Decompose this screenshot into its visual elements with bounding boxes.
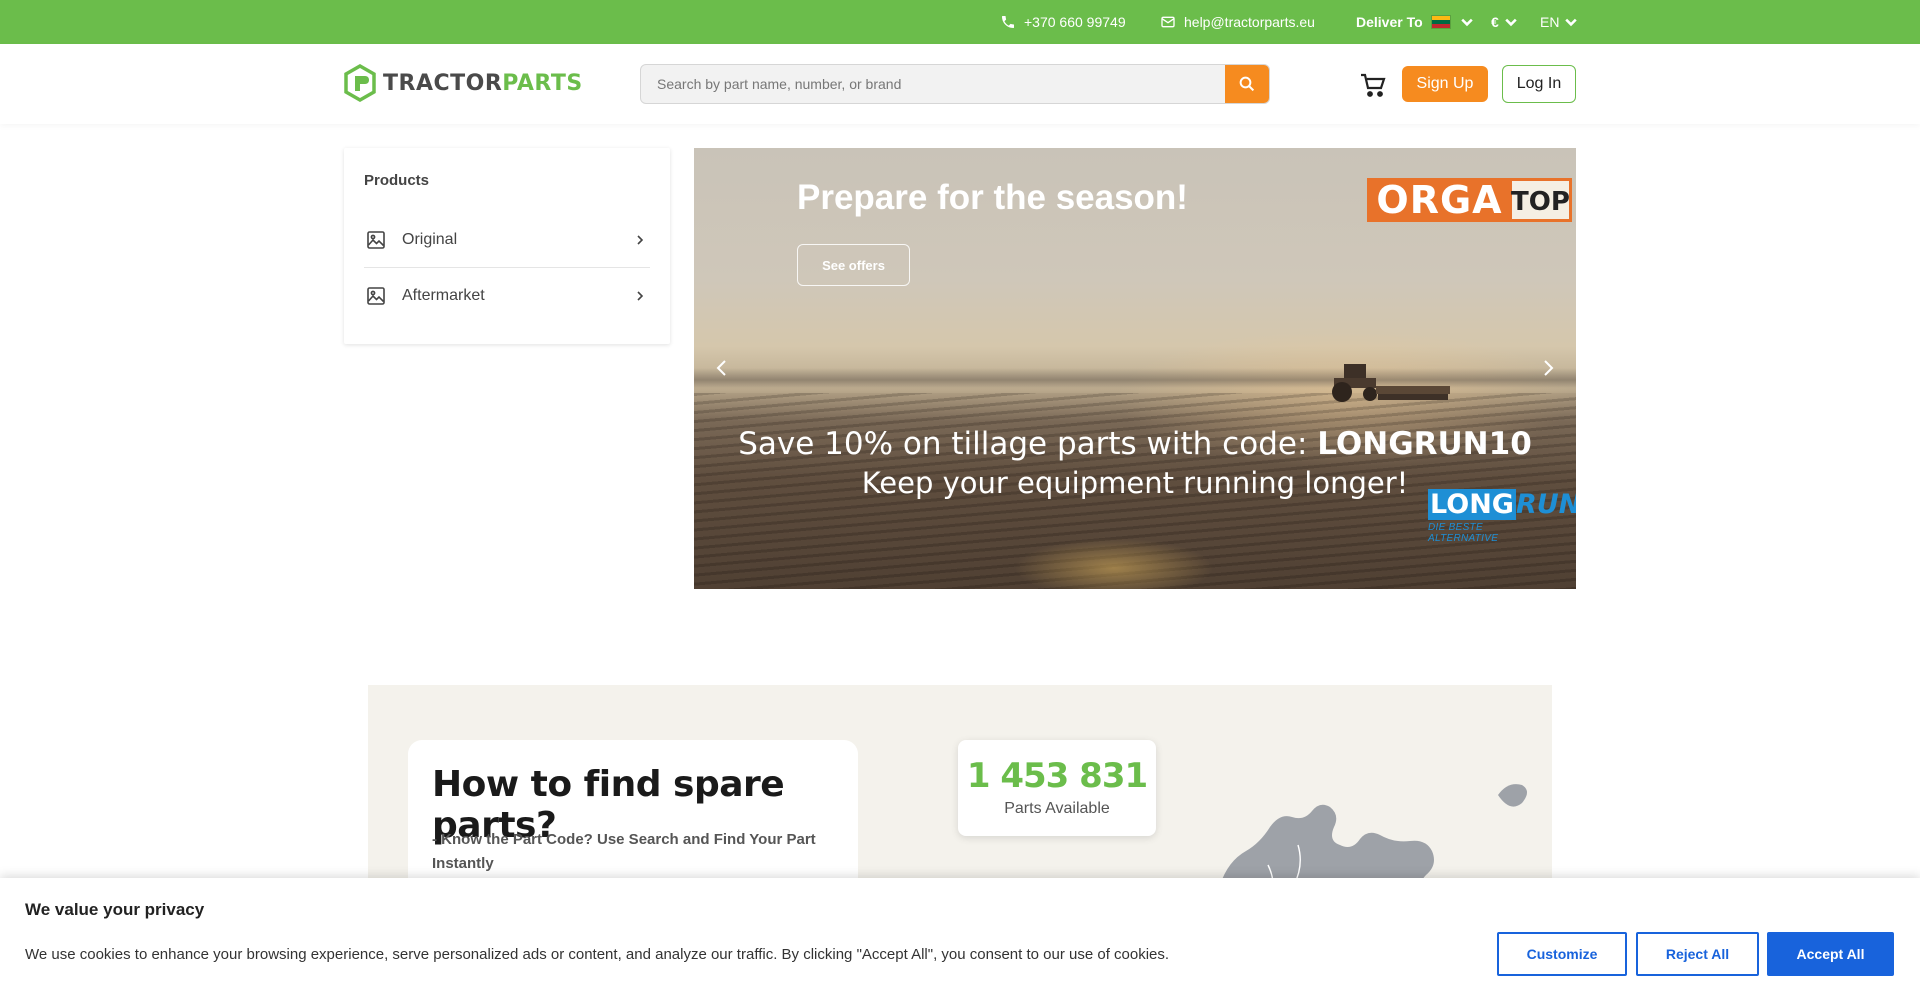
promo-line-1: Save 10% on tillage parts with code: LON… [738, 426, 1532, 462]
cart-icon[interactable] [1358, 70, 1388, 100]
accept-all-button[interactable]: Accept All [1767, 932, 1894, 976]
products-title: Products [364, 172, 430, 189]
log-in-button[interactable]: Log In [1502, 65, 1576, 103]
currency-selector[interactable]: € [1491, 0, 1519, 44]
search-button[interactable] [1225, 65, 1269, 103]
products-item-aftermarket[interactable]: Aftermarket [364, 268, 650, 324]
hero-banner[interactable]: Prepare for the season! See offers ORGA … [694, 148, 1576, 589]
parts-count: 1 453 831 [966, 756, 1148, 796]
cookie-text: We use cookies to enhance your browsing … [25, 946, 1170, 963]
promo-code: LONGRUN10 [1317, 426, 1532, 462]
products-item-label: Original [402, 230, 458, 248]
search-bar [640, 64, 1270, 104]
chevron-down-icon [1565, 18, 1578, 27]
phone-link[interactable]: +370 660 99749 [1000, 0, 1126, 44]
language-value: EN [1540, 14, 1560, 30]
how-to-find-step-1: - Know the Part Code? Use Search and Fin… [432, 831, 816, 872]
logo-text: TRACTORPARTS [383, 70, 583, 96]
tractorparts-logo[interactable]: TRACTORPARTS [343, 64, 583, 102]
mail-icon [1161, 16, 1175, 28]
products-menu: Products Original Aftermarket [344, 148, 670, 344]
chevron-down-icon [1505, 18, 1517, 27]
parts-count-label: Parts Available [1004, 800, 1110, 817]
image-icon [367, 230, 385, 249]
lithuania-flag-icon [1430, 15, 1451, 29]
customize-button[interactable]: Customize [1497, 932, 1627, 976]
top-bar: +370 660 99749 help@tractorparts.eu Deli… [0, 0, 1920, 44]
chevron-right-icon [637, 291, 644, 301]
image-icon [367, 287, 385, 305]
language-selector[interactable]: EN [1540, 0, 1579, 44]
search-input[interactable] [641, 65, 1226, 103]
currency-value: € [1491, 14, 1499, 30]
products-item-label: Aftermarket [402, 287, 485, 304]
carousel-prev-arrow-icon[interactable] [710, 356, 734, 380]
tractor-image [1332, 364, 1450, 402]
longrun-logo: LONGRUN DIE BESTE ALTERNATIVE [1428, 489, 1576, 544]
cookie-consent-banner: We value your privacy We use cookies to … [0, 878, 1920, 993]
banner-glow [1014, 538, 1214, 589]
email-address: help@tractorparts.eu [1184, 14, 1315, 30]
cookie-title: We value your privacy [25, 900, 205, 919]
products-item-original[interactable]: Original [364, 212, 650, 268]
reject-all-button[interactable]: Reject All [1636, 932, 1759, 976]
main-header: TRACTORPARTS Sign Up Log In [0, 44, 1920, 124]
phone-number: +370 660 99749 [1024, 14, 1126, 30]
logo-hexagon-icon [344, 64, 376, 102]
banner-title: Prepare for the season! [797, 178, 1188, 217]
deliver-to-label: Deliver To [1356, 14, 1423, 30]
chevron-down-icon [1460, 18, 1473, 27]
email-link[interactable]: help@tractorparts.eu [1160, 0, 1315, 44]
see-offers-button[interactable]: See offers [797, 244, 910, 286]
orgatop-logo: ORGA TOP [1367, 178, 1572, 222]
phone-icon [1002, 16, 1014, 28]
deliver-to-selector[interactable]: Deliver To [1356, 0, 1475, 44]
chevron-right-icon [637, 235, 644, 245]
sign-up-button[interactable]: Sign Up [1402, 66, 1488, 102]
parts-count-card: 1 453 831 Parts Available [958, 740, 1156, 836]
search-icon [1239, 76, 1255, 92]
carousel-next-arrow-icon[interactable] [1536, 356, 1560, 380]
